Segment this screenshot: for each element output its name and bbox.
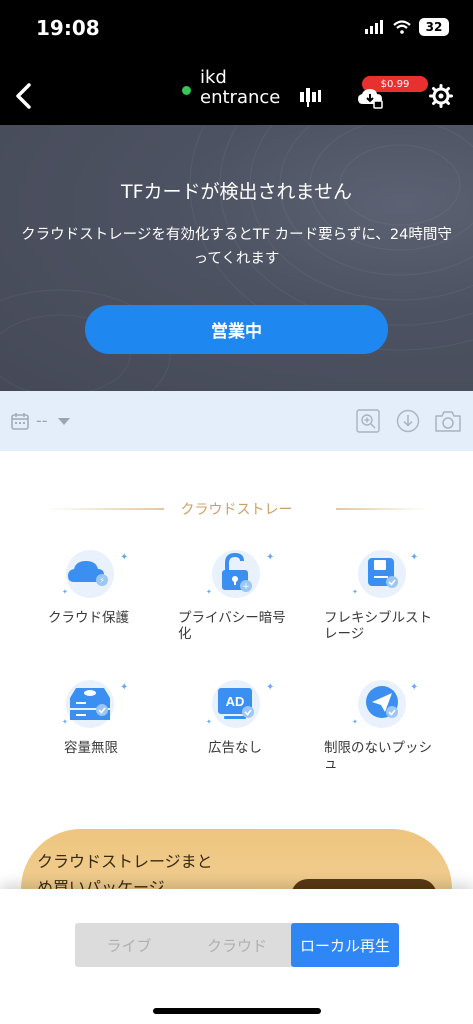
svg-text:AD: AD	[226, 694, 245, 709]
tab-cloud[interactable]: クラウド	[183, 923, 291, 967]
feature-cloud-protection: ⚡ ✦ ✦ クラウド保護	[46, 548, 176, 638]
view-mode-tabs: ライブ クラウド ローカル再生	[75, 923, 399, 967]
date-value[interactable]: --	[36, 411, 48, 430]
feature-label: クラウド保護	[48, 610, 129, 626]
zoom-icon[interactable]	[356, 409, 380, 433]
feature-label-line1: 広告なし	[208, 740, 262, 756]
feature-label-line1: 容量無限	[64, 740, 118, 756]
svg-text:✦: ✦	[62, 588, 68, 596]
banner-description-line1: クラウドストレージを有効化するとTF カード要らずに、24時間守	[21, 227, 452, 243]
feature-label: フレキシブルスト レージ	[324, 610, 432, 642]
svg-text:+: +	[242, 582, 250, 592]
feature-label-line2: 化	[178, 626, 192, 642]
device-name-line2: entrance	[200, 87, 281, 108]
cellular-icon	[365, 20, 383, 34]
banner-description-line2: ってくれます	[193, 251, 280, 267]
camera-icon[interactable]	[434, 409, 462, 433]
feature-no-ads: AD ✦ ✦ 広告なし	[176, 678, 306, 768]
svg-text:✦: ✦	[206, 588, 212, 596]
svg-text:✦: ✦	[410, 552, 418, 563]
feature-privacy-encryption: + ✦ ✦ プライバシー暗号 化	[176, 548, 306, 648]
feature-label-line1: クラウド保護	[48, 610, 129, 626]
svg-text:⚡: ⚡	[99, 576, 105, 585]
feature-label: プライバシー暗号 化	[178, 610, 286, 642]
cloud-icon: ⚡ ✦ ✦	[62, 550, 128, 598]
svg-text:✦: ✦	[352, 588, 358, 596]
feature-unlimited-push: ✦ ✦ 制限のないプッシ ュ	[322, 678, 452, 778]
feature-label: 容量無限	[64, 740, 118, 756]
feature-label: 制限のないプッシ ュ	[324, 740, 432, 772]
app-screen: 19:08 32 ikd entrance $0.99 TFカードが検出されませ…	[0, 0, 473, 1024]
feature-label: 広告なし	[208, 740, 262, 756]
playback-toolbar: --	[0, 391, 473, 451]
unlock-icon: + ✦ ✦	[206, 550, 274, 598]
tab-live[interactable]: ライブ	[75, 923, 183, 967]
svg-text:✦: ✦	[120, 682, 128, 693]
svg-text:✦: ✦	[266, 682, 274, 693]
send-icon: ✦ ✦	[352, 680, 418, 728]
divider-right	[336, 508, 428, 510]
feature-label-line1: プライバシー暗号	[178, 610, 286, 626]
svg-text:✦: ✦	[410, 682, 418, 693]
calendar-icon[interactable]	[10, 411, 30, 431]
signal-bars-icon[interactable]	[298, 84, 322, 108]
back-icon	[16, 83, 31, 109]
feature-unlimited-capacity: ✦ ✦ 容量無限	[46, 678, 176, 768]
status-time: 19:08	[36, 16, 100, 40]
svg-text:✦: ✦	[206, 718, 212, 726]
online-status-dot	[182, 86, 191, 95]
gear-icon[interactable]	[429, 84, 453, 108]
svg-text:✦: ✦	[120, 552, 128, 563]
save-icon: ✦ ✦	[352, 550, 418, 598]
svg-text:✦: ✦	[266, 552, 274, 563]
cloud-download-icon[interactable]	[356, 86, 384, 110]
svg-text:✦: ✦	[352, 718, 358, 726]
package-title-line1: クラウドストレージまと	[37, 852, 213, 871]
home-indicator	[153, 1008, 321, 1014]
feature-label-line1: 制限のないプッシ	[324, 740, 432, 756]
chevron-down-icon[interactable]	[58, 418, 70, 426]
feature-flexible-storage: ✦ ✦ フレキシブルスト レージ	[322, 548, 452, 648]
tab-local-playback[interactable]: ローカル再生	[291, 923, 399, 967]
storage-icon: ✦ ✦	[62, 680, 128, 728]
ad-icon: AD ✦ ✦	[206, 680, 274, 728]
back-button[interactable]	[8, 78, 38, 114]
feature-label-line2: ュ	[324, 756, 338, 772]
feature-label-line2: レージ	[324, 626, 365, 642]
banner-description: クラウドストレージを有効化するとTF カード要らずに、24時間守 ってくれます	[0, 223, 473, 271]
status-button[interactable]: 営業中	[85, 305, 388, 354]
wifi-icon	[393, 20, 411, 34]
svg-text:✦: ✦	[62, 718, 68, 726]
battery-indicator: 32	[419, 18, 449, 36]
no-sd-card-banner: TFカードが検出されません クラウドストレージを有効化するとTF カード要らずに…	[0, 125, 473, 391]
device-name-line1: ikd	[200, 67, 227, 88]
feature-label-line1: フレキシブルスト	[324, 610, 432, 626]
download-icon[interactable]	[396, 409, 420, 433]
banner-title: TFカードが検出されません	[121, 181, 352, 203]
status-icons: 32	[365, 18, 449, 36]
